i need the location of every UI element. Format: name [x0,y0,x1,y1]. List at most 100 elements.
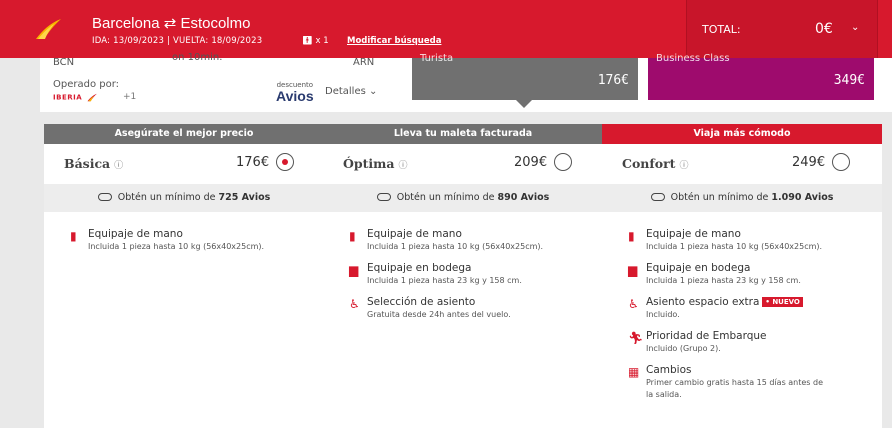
priority-boarding-icon: 🏃︎ [628,331,644,345]
feature-item: 🏃︎ Prioridad de Embarque Incluido (Grupo… [628,330,878,354]
fare-radio-selected[interactable] [276,153,294,171]
fare-card-price: 209€ [514,155,548,170]
feature-subtitle: Incluido (Grupo 2). [646,344,721,353]
flight-duration: on 10min. [172,52,223,63]
fare-summary-name: Business Class [656,53,730,64]
new-badge: • NUEVO [762,297,803,307]
feature-subtitle-cont: la salida. [646,390,682,399]
fare-summary-price: 176€ [597,73,629,88]
calendar-change-icon: ▦ [628,365,640,379]
trip-dates: IDA: 13/09/2023 | VUELTA: 18/09/2023 [92,36,263,46]
fare-radio[interactable] [832,153,850,171]
feature-subtitle: Gratuita desde 24h antes del vuelo. [367,310,511,319]
feature-title: Cambios [646,364,692,376]
fare-card-banner: Viaja más cómodo [602,124,882,144]
avios-discount-logo: descuento Avios [276,82,314,104]
fare-card-basica[interactable]: Asegúrate el mejor precio Básica ⓘ 176€ O… [44,124,324,428]
hand-luggage-icon: ▮ [70,229,77,243]
total-value: 0€ [815,21,833,37]
info-icon[interactable]: ⓘ [114,161,123,171]
checked-bag-icon: ▆ [349,263,359,277]
feature-subtitle: Incluida 1 pieza hasta 23 kg y 158 cm. [646,276,801,285]
avios-icon [97,192,112,201]
avios-icon [376,192,391,201]
fare-card-name: Básica [64,156,111,171]
airline-name: IBERIA [53,93,83,102]
feature-subtitle: Incluida 1 pieza hasta 10 kg (56x40x25cm… [367,242,544,251]
fare-card-name: Óptima [343,156,395,171]
feature-title-text: Asiento espacio extra [646,296,760,308]
details-button[interactable]: Detalles ⌄ [325,86,377,97]
flight-summary-card: BCN on 10min. ARN Operado por: IBERIA +1… [40,52,396,112]
fare-card-optima[interactable]: Lleva tu maleta facturada Óptima ⓘ 209€ O… [323,124,603,428]
feature-subtitle: Incluida 1 pieza hasta 23 kg y 158 cm. [367,276,522,285]
avios-prefix: Obtén un mínimo de [117,192,216,203]
iberia-logo-icon [36,19,61,39]
modify-search-link[interactable]: Modificar búsqueda [347,36,441,46]
feature-title: Selección de asiento [367,296,476,308]
fare-summary-price: 349€ [833,73,865,88]
top-bar: Barcelona ⇄ Estocolmo IDA: 13/09/2023 | … [0,0,892,58]
avios-amount: 1.090 Avios [771,192,834,203]
feature-subtitle: Incluida 1 pieza hasta 10 kg (56x40x25cm… [646,242,823,251]
iberia-wing-icon [87,93,97,102]
fare-summary-turista[interactable]: Turista 176€ [412,53,638,100]
operated-by-label: Operado por: [53,79,120,90]
destination-code: ARN [353,57,375,68]
selected-fare-pointer [516,100,532,108]
extra-carriers: +1 [123,92,137,102]
info-icon[interactable]: ⓘ [398,161,407,171]
chevron-down-icon: ⌄ [369,86,378,97]
total-dropdown[interactable]: TOTAL: 0€ ⌄ [686,0,878,58]
feature-title: Equipaje en bodega [367,262,472,274]
feature-item: ♿︎ Asiento espacio extra • NUEVO Incluido… [628,296,878,320]
fare-card-price: 176€ [236,155,270,170]
fare-card-title: Básica ⓘ [64,156,123,171]
chevron-down-icon: ⌄ [851,22,860,33]
feature-item: ▆ Equipaje en bodega Incluida 1 pieza ha… [349,262,599,286]
fare-card-confort[interactable]: Viaja más cómodo Confort ⓘ 249€ Obtén un … [602,124,882,428]
feature-title: Equipaje de mano [88,228,183,240]
feature-item: ♿︎ Selección de asiento Gratuita desde 2… [349,296,599,320]
feature-item: ▮ Equipaje de mano Incluida 1 pieza hast… [70,228,320,252]
checked-bag-icon: ▆ [628,263,638,277]
avios-earning-band: Obtén un mínimo de 725 Avios [44,184,324,212]
fare-card-title: Confort ⓘ [622,156,688,171]
avios-amount: 725 Avios [218,192,271,203]
feature-subtitle: Incluida 1 pieza hasta 10 kg (56x40x25cm… [88,242,265,251]
feature-title: Asiento espacio extra • NUEVO [646,296,878,308]
feature-item: ▆ Equipaje en bodega Incluida 1 pieza ha… [628,262,878,286]
info-icon[interactable]: ⓘ [679,161,688,171]
origin-code: BCN [53,57,75,68]
total-label: TOTAL: [702,23,741,36]
fare-card-name: Confort [622,156,676,171]
fare-card-banner: Lleva tu maleta facturada [323,124,603,144]
seat-icon: ♿︎ [349,297,360,311]
person-icon: 🚹︎ [302,36,313,46]
feature-item: ▮ Equipaje de mano Incluida 1 pieza hast… [628,228,878,252]
feature-title: Equipaje de mano [646,228,741,240]
seat-icon: ♿︎ [628,297,639,311]
fare-card-title: Óptima ⓘ [343,156,408,171]
avios-brand-text: Avios [276,88,314,104]
feature-subtitle: Primer cambio gratis hasta 15 días antes… [646,378,824,387]
fare-card-banner: Asegúrate el mejor precio [44,124,324,144]
fare-summary-business[interactable]: Business Class 349€ [648,53,874,100]
fare-summary-name: Turista [420,53,454,64]
feature-item: ▮ Equipaje de mano Incluida 1 pieza hast… [349,228,599,252]
hand-luggage-icon: ▮ [349,229,356,243]
feature-title: Equipaje en bodega [646,262,751,274]
hand-luggage-icon: ▮ [628,229,635,243]
feature-subtitle: Incluido. [646,310,680,319]
fare-card-price: 249€ [792,155,826,170]
avios-earning-band: Obtén un mínimo de 1.090 Avios [602,184,882,212]
details-label: Detalles [325,86,366,97]
airline-logo: IBERIA [53,93,99,102]
route-title: Barcelona ⇄ Estocolmo [92,15,251,32]
avios-amount: 890 Avios [497,192,550,203]
feature-title: Prioridad de Embarque [646,330,767,342]
passenger-count-label: x 1 [315,36,329,46]
passenger-count: 🚹︎ x 1 [302,36,329,46]
feature-title: Equipaje de mano [367,228,462,240]
fare-radio[interactable] [554,153,572,171]
